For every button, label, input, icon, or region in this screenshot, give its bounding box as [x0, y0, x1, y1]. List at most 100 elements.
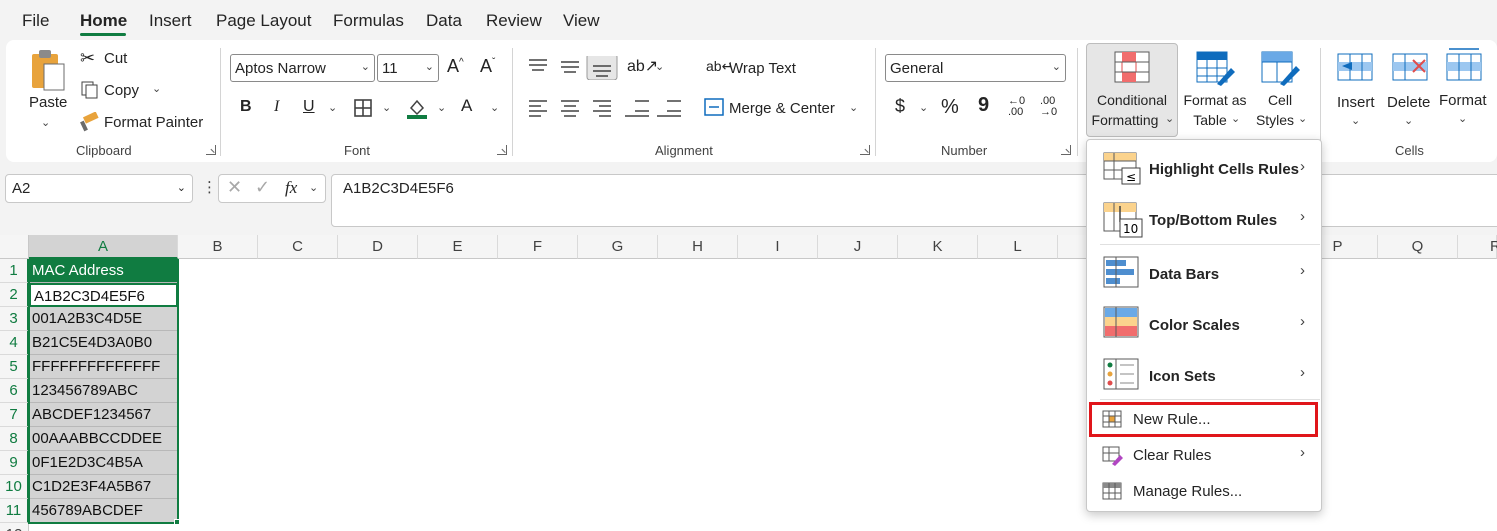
cell-a5[interactable]: FFFFFFFFFFFFFF [29, 355, 178, 379]
row-header-1[interactable]: 1 [0, 259, 29, 283]
number-format-dropdown[interactable]: General ⌄ [885, 54, 1066, 82]
row-header-7[interactable]: 7 [0, 403, 29, 427]
paste-dropdown-icon[interactable]: ⌄ [41, 116, 50, 129]
wrap-text-button[interactable]: Wrap Text [729, 60, 796, 77]
cancel-icon[interactable]: ✕ [227, 177, 242, 198]
menu-item-highlight-cells-rules[interactable]: Highlight Cells Rules [1149, 161, 1299, 178]
format-cells-icon[interactable] [1445, 46, 1483, 82]
borders-icon[interactable] [353, 98, 373, 118]
decrease-font-icon[interactable]: Aˇ [480, 56, 495, 77]
merge-dropdown-icon[interactable]: ⌄ [849, 101, 858, 114]
menu-item-icon-sets[interactable]: Icon Sets [1149, 368, 1216, 385]
menu-item-manage-rules[interactable]: Manage Rules... [1133, 483, 1242, 500]
cut-button[interactable]: Cut [104, 50, 127, 67]
format-as-table-icon[interactable] [1195, 50, 1235, 88]
column-header-h[interactable]: H [658, 235, 738, 259]
alignment-launcher-icon[interactable] [860, 145, 870, 155]
currency-dropdown-icon[interactable]: ⌄ [919, 101, 928, 114]
cell-styles-label[interactable]: Cell [1262, 92, 1298, 108]
copy-button[interactable]: Copy [104, 82, 139, 99]
name-box[interactable]: A2 ⌄ [5, 174, 193, 203]
tab-home[interactable]: Home [80, 11, 127, 31]
column-header-d[interactable]: D [338, 235, 418, 259]
percent-button[interactable]: % [941, 96, 959, 119]
tab-review[interactable]: Review [486, 11, 542, 31]
row-header-10[interactable]: 10 [0, 475, 29, 499]
tab-data[interactable]: Data [426, 11, 462, 31]
formula-input[interactable]: A1B2C3D4E5F6 [331, 174, 1497, 227]
cell-a1[interactable]: MAC Address [29, 259, 178, 283]
comma-style-button[interactable]: 9 [978, 94, 989, 117]
row-header-8[interactable]: 8 [0, 427, 29, 451]
format-as-table-label[interactable]: Format as [1179, 92, 1251, 108]
menu-item-top-bottom-rules[interactable]: Top/Bottom Rules [1149, 212, 1277, 229]
row-header-5[interactable]: 5 [0, 355, 29, 379]
cell-a4[interactable]: B21C5E4D3A0B0 [29, 331, 178, 355]
copy-icon[interactable] [80, 80, 100, 100]
paste-button[interactable]: Paste [29, 94, 67, 111]
enter-icon[interactable]: ✓ [255, 177, 270, 198]
orientation-icon[interactable]: ab↗ [627, 56, 658, 76]
column-header-r[interactable]: R [1458, 235, 1497, 259]
scissors-icon[interactable]: ✂ [80, 48, 95, 69]
tab-insert[interactable]: Insert [149, 11, 192, 31]
tab-file[interactable]: File [22, 11, 49, 31]
font-name-dropdown[interactable]: Aptos Narrow ⌄ [230, 54, 375, 82]
tab-page-layout[interactable]: Page Layout [216, 11, 311, 31]
orientation-dropdown-icon[interactable]: ⌄ [655, 60, 664, 73]
currency-button[interactable]: $ [895, 96, 905, 117]
menu-item-data-bars[interactable]: Data Bars [1149, 266, 1219, 283]
column-header-b[interactable]: B [178, 235, 258, 259]
delete-cells-icon[interactable] [1391, 52, 1429, 82]
cell-a11[interactable]: 456789ABCDEF [29, 499, 178, 523]
cell-a6[interactable]: 123456789ABC [29, 379, 178, 403]
copy-dropdown-icon[interactable]: ⌄ [152, 82, 161, 95]
borders-dropdown-icon[interactable]: ⌄ [382, 101, 391, 114]
column-header-a[interactable]: A [29, 235, 178, 259]
column-header-q[interactable]: Q [1378, 235, 1458, 259]
font-color-icon[interactable]: A [461, 96, 472, 116]
delete-button[interactable]: Delete [1387, 94, 1430, 111]
italic-button[interactable]: I [274, 98, 279, 116]
column-header-k[interactable]: K [898, 235, 978, 259]
underline-button[interactable]: U [303, 98, 315, 116]
font-launcher-icon[interactable] [497, 145, 507, 155]
row-header-6[interactable]: 6 [0, 379, 29, 403]
font-color-dropdown-icon[interactable]: ⌄ [490, 101, 499, 114]
cell-a7[interactable]: ABCDEF1234567 [29, 403, 178, 427]
column-header-g[interactable]: G [578, 235, 658, 259]
increase-font-icon[interactable]: A^ [447, 56, 464, 77]
row-header-12[interactable]: 12 [0, 523, 29, 531]
decrease-decimal-icon[interactable]: .00 →0 [1040, 96, 1057, 118]
font-size-dropdown[interactable]: 11 ⌄ [377, 54, 439, 82]
tab-formulas[interactable]: Formulas [333, 11, 404, 31]
cell-a3[interactable]: 001A2B3C4D5E [29, 307, 178, 331]
number-launcher-icon[interactable] [1061, 145, 1071, 155]
fill-handle[interactable] [174, 519, 180, 525]
select-all-corner[interactable] [0, 235, 29, 259]
bold-button[interactable]: B [240, 98, 252, 116]
cell-styles-icon[interactable] [1260, 50, 1300, 88]
cell-a2[interactable]: A1B2C3D4E5F6 [29, 283, 178, 307]
merge-center-icon[interactable] [704, 98, 724, 116]
fill-color-icon[interactable] [405, 96, 429, 120]
column-header-l[interactable]: L [978, 235, 1058, 259]
cell-a9[interactable]: 0F1E2D3C4B5A [29, 451, 178, 475]
underline-dropdown-icon[interactable]: ⌄ [328, 101, 337, 114]
cell-a10[interactable]: C1D2E3F4A5B67 [29, 475, 178, 499]
increase-decimal-icon[interactable]: ←0.00 [1008, 96, 1025, 118]
column-header-j[interactable]: J [818, 235, 898, 259]
clipboard-launcher-icon[interactable] [206, 145, 216, 155]
horizontal-align-icons[interactable] [527, 97, 687, 119]
menu-item-color-scales[interactable]: Color Scales [1149, 317, 1240, 334]
chevron-down-icon[interactable]: ⌄ [309, 181, 318, 194]
insert-button[interactable]: Insert [1337, 94, 1375, 111]
menu-item-clear-rules[interactable]: Clear Rules [1133, 447, 1211, 464]
tab-view[interactable]: View [563, 11, 600, 31]
row-header-9[interactable]: 9 [0, 451, 29, 475]
format-painter-icon[interactable] [78, 112, 100, 132]
row-header-2[interactable]: 2 [0, 283, 29, 307]
column-header-f[interactable]: F [498, 235, 578, 259]
cell-a8[interactable]: 00AAABBCCDDEE [29, 427, 178, 451]
column-header-c[interactable]: C [258, 235, 338, 259]
